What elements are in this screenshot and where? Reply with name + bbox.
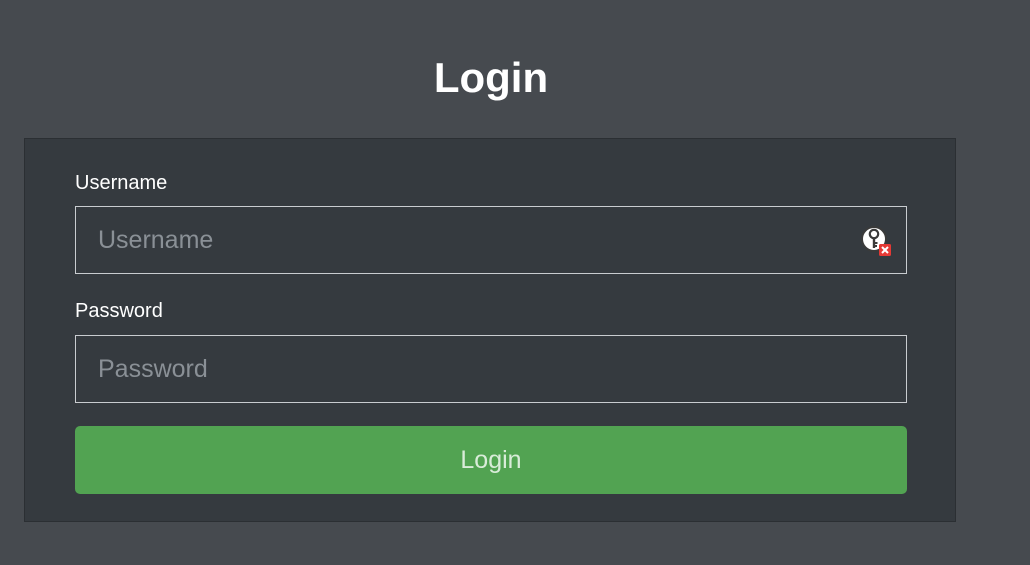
login-panel: Username Password Login <box>24 138 956 522</box>
login-button[interactable]: Login <box>75 426 907 494</box>
page-title: Login <box>433 54 549 101</box>
username-input[interactable] <box>76 207 906 273</box>
password-input[interactable] <box>76 336 906 402</box>
username-field-wrapper <box>75 206 907 274</box>
password-label: Password <box>75 300 163 322</box>
username-label: Username <box>75 172 168 194</box>
password-field-wrapper <box>75 335 907 403</box>
password-manager-key-icon[interactable] <box>860 225 892 257</box>
